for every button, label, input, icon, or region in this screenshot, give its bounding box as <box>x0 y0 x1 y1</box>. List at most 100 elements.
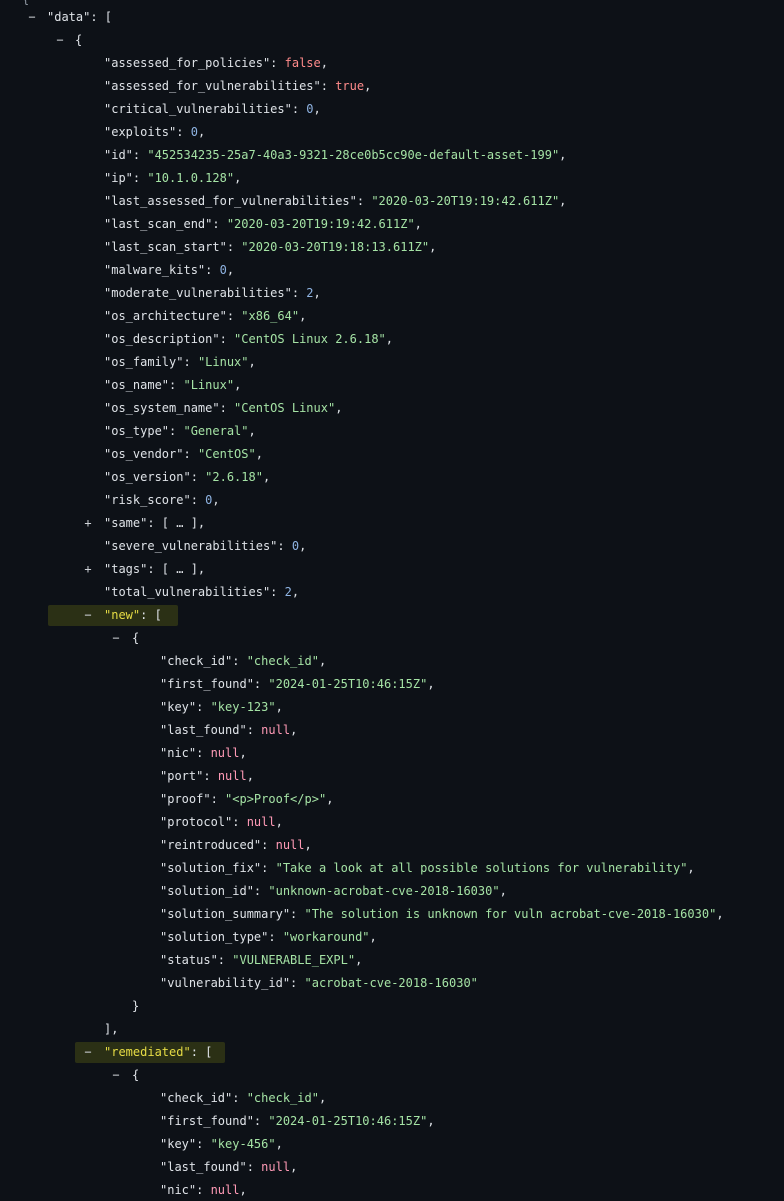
json-punctuation: , <box>427 677 435 691</box>
json-string-value: "unknown-acrobat-cve-2018-16030" <box>268 884 500 898</box>
json-punctuation: : [ <box>140 608 162 622</box>
json-key: "os_system_name" <box>104 401 220 415</box>
json-line-content: "ip": "10.1.0.128", <box>104 167 241 190</box>
json-key: "total_vulnerabilities" <box>104 585 271 599</box>
json-line-content: "key": "key-456", <box>160 1133 283 1156</box>
json-line: "last_scan_end": "2020-03-20T19:19:42.61… <box>0 213 784 236</box>
json-key: "nic" <box>160 746 197 760</box>
json-punctuation: : <box>190 493 206 507</box>
json-null-value: null <box>261 723 291 737</box>
json-punctuation: : <box>253 677 269 691</box>
json-line-content: { <box>132 627 139 650</box>
json-punctuation: { <box>75 33 83 47</box>
json-line-content: "os_name": "Linux", <box>104 374 241 397</box>
json-key: "os_type" <box>104 424 170 438</box>
json-line-content: "os_family": "Linux", <box>104 351 256 374</box>
json-line-content: "reintroduced": null, <box>160 834 312 857</box>
json-string-value: "Take a look at all possible solutions f… <box>275 861 688 875</box>
json-string-value: "10.1.0.128" <box>147 171 235 185</box>
json-key: "proof" <box>160 792 211 806</box>
json-line: + "same": [ … ], <box>0 512 784 535</box>
json-line: "severe_vulnerabilities": 0, <box>0 535 784 558</box>
json-punctuation: , <box>299 539 307 553</box>
json-punctuation: , <box>429 240 437 254</box>
json-key: "solution_id" <box>160 884 254 898</box>
json-punctuation: , <box>299 309 307 323</box>
json-line-content: "first_found": "2024-01-25T10:46:15Z", <box>160 1110 435 1133</box>
json-punctuation: : <box>291 286 307 300</box>
json-string-value: "CentOS Linux" <box>234 401 336 415</box>
json-punctuation: : <box>132 171 148 185</box>
json-punctuation: , <box>291 585 300 599</box>
json-punctuation: : <box>270 56 285 70</box>
json-punctuation: : <box>253 884 269 898</box>
json-string-value: "2024-01-25T10:46:15Z" <box>268 677 428 691</box>
json-line: "assessed_for_policies": false, <box>0 52 784 75</box>
collapse-toggle[interactable]: − <box>25 6 39 29</box>
json-punctuation: , <box>687 861 695 875</box>
collapse-toggle[interactable]: − <box>109 1064 123 1087</box>
json-key: "last_found" <box>160 723 247 737</box>
json-key: "reintroduced" <box>160 838 262 852</box>
json-string-value: "key-123" <box>210 700 276 714</box>
json-line: "protocol": null, <box>0 811 784 834</box>
json-line: "malware_kits": 0, <box>0 259 784 282</box>
json-null-value: null <box>210 746 240 760</box>
json-punctuation: , <box>248 355 256 369</box>
json-line-content: "solution_id": "unknown-acrobat-cve-2018… <box>160 880 507 903</box>
json-punctuation: , <box>414 217 422 231</box>
json-punctuation: , <box>275 815 283 829</box>
json-line: "solution_type": "workaround", <box>0 926 784 949</box>
json-null-value: null <box>261 1160 291 1174</box>
json-key: "last_scan_end" <box>104 217 213 231</box>
json-punctuation: , <box>369 930 377 944</box>
json-key: "key" <box>160 1137 197 1151</box>
json-line: − "remediated": [ <box>0 1041 784 1064</box>
json-punctuation: : <box>196 746 211 760</box>
json-string-value: "workaround" <box>282 930 370 944</box>
json-line: "id": "452534235-25a7-40a3-9321-28ce0b5c… <box>0 144 784 167</box>
json-line-content: "first_found": "2024-01-25T10:46:15Z", <box>160 673 435 696</box>
collapse-toggle[interactable]: − <box>81 1041 95 1064</box>
json-punctuation: : <box>291 102 307 116</box>
json-key: "nic" <box>160 1183 197 1197</box>
json-punctuation: , <box>275 700 283 714</box>
json-key: "os_family" <box>104 355 184 369</box>
json-punctuation: : <box>217 953 233 967</box>
collapse-toggle[interactable]: − <box>53 29 67 52</box>
json-punctuation: : <box>219 401 235 415</box>
collapse-toggle[interactable]: − <box>81 604 95 627</box>
json-key: "solution_summary" <box>160 907 291 921</box>
json-line-content: "last_assessed_for_vulnerabilities": "20… <box>104 190 566 213</box>
json-line: "nic": null, <box>0 742 784 765</box>
json-punctuation: , <box>559 194 567 208</box>
json-punctuation: { <box>132 631 140 645</box>
json-key: "first_found" <box>160 1114 254 1128</box>
expand-toggle[interactable]: + <box>81 512 95 535</box>
json-line: "reintroduced": null, <box>0 834 784 857</box>
json-line-content: } <box>132 995 139 1018</box>
json-line: "os_version": "2.6.18", <box>0 466 784 489</box>
json-punctuation: , <box>275 1137 283 1151</box>
json-line-content: "id": "452534235-25a7-40a3-9321-28ce0b5c… <box>104 144 566 167</box>
json-line: "os_name": "Linux", <box>0 374 784 397</box>
json-line: − "data": [ <box>0 6 784 29</box>
json-key: "exploits" <box>104 125 177 139</box>
json-key: "solution_type" <box>160 930 269 944</box>
json-line: "solution_summary": "The solution is unk… <box>0 903 784 926</box>
json-string-value: "check_id" <box>246 654 319 668</box>
collapse-toggle[interactable]: − <box>109 627 123 650</box>
json-punctuation: , <box>197 125 206 139</box>
json-punctuation: : <box>176 125 191 139</box>
json-punctuation: , <box>234 171 242 185</box>
json-punctuation: : <box>196 700 211 714</box>
json-punctuation: , <box>212 493 220 507</box>
json-punctuation: : [ … ], <box>147 562 206 576</box>
json-punctuation: : <box>246 723 262 737</box>
json-line-content: "last_scan_start": "2020-03-20T19:18:13.… <box>104 236 436 259</box>
expand-toggle[interactable]: + <box>81 558 95 581</box>
json-key: "protocol" <box>160 815 233 829</box>
json-line-content: "remediated": [ <box>104 1041 212 1064</box>
json-number-value: 0 <box>291 539 300 553</box>
json-line: "moderate_vulnerabilities": 2, <box>0 282 784 305</box>
